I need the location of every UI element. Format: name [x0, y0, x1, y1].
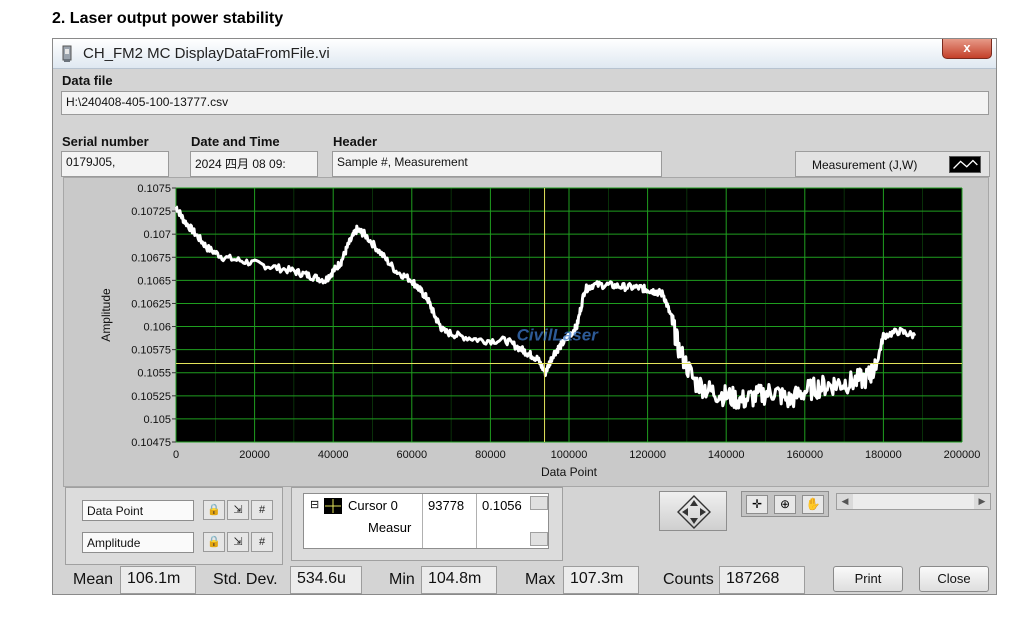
- x-tick-label: 180000: [865, 449, 902, 461]
- cursor-diamond-icon: [677, 495, 711, 529]
- y-tick-label: 0.10575: [131, 345, 171, 357]
- crosshair-tool-icon[interactable]: ✛: [746, 495, 768, 514]
- x-tick-label: 160000: [786, 449, 823, 461]
- x-axis-label: Data Point: [541, 465, 598, 479]
- document-heading: 2. Laser output power stability: [52, 10, 284, 27]
- y-tick-label: 0.10725: [131, 206, 171, 218]
- legend-series-label: Measurement (J,W): [812, 158, 918, 172]
- mean-value: 106.1m: [120, 566, 196, 594]
- max-label: Max: [525, 571, 556, 588]
- serial-number-label: Serial number: [62, 134, 149, 149]
- y-axis-label: Amplitude: [99, 288, 113, 342]
- graph-palette: ✛ ⊕ ✋: [741, 491, 829, 517]
- x-format-icon[interactable]: #: [251, 500, 273, 520]
- plot-legend[interactable]: Measurement (J,W): [795, 151, 990, 177]
- chart-svg[interactable]: 0 20000 40000 60000 80000 100000 120000 140000 1…: [64, 178, 990, 488]
- cursor-crosshair-icon: [324, 498, 342, 514]
- vi-window: CH_FM2 MC DisplayDataFromFile.vi x Data …: [52, 38, 997, 595]
- cursor-column-divider: [476, 494, 477, 548]
- title-bar[interactable]: CH_FM2 MC DisplayDataFromFile.vi x: [53, 39, 996, 69]
- x-tick-label: 200000: [944, 449, 981, 461]
- scroll-left-icon[interactable]: ◀: [837, 494, 853, 509]
- header-label: Header: [333, 134, 378, 149]
- y-tick-label: 0.1055: [137, 368, 171, 380]
- window-title: CH_FM2 MC DisplayDataFromFile.vi: [83, 45, 330, 62]
- y-tick-label: 0.1065: [137, 275, 171, 287]
- cursor-table-scroll-up[interactable]: [530, 496, 548, 510]
- x-scale-lock-icon[interactable]: 🔒: [203, 500, 225, 520]
- x-tick-label: 120000: [629, 449, 666, 461]
- x-tick-label: 0: [173, 449, 179, 461]
- counts-value: 187268: [719, 566, 805, 594]
- x-tick-label: 100000: [551, 449, 588, 461]
- scroll-right-icon[interactable]: ▶: [974, 494, 990, 509]
- y-tick-label: 0.1075: [137, 183, 171, 195]
- y-tick-label: 0.105: [143, 414, 171, 426]
- scale-legend-panel: Data Point 🔒 ⇲ # Amplitude 🔒 ⇲ #: [65, 487, 283, 565]
- y-autoscale-icon[interactable]: ⇲: [227, 532, 249, 552]
- std-dev-value: 534.6u: [290, 566, 362, 594]
- watermark-logo: CivilLaser: [517, 325, 600, 344]
- y-tick-label: 0.106: [143, 322, 171, 334]
- zoom-tool-icon[interactable]: ⊕: [774, 495, 796, 514]
- x-tick-label: 60000: [397, 449, 428, 461]
- cursor-row2-label: Measur: [368, 520, 412, 535]
- cursor-y-value[interactable]: 0.1056: [482, 498, 522, 513]
- cursor-movement-button[interactable]: [659, 491, 727, 531]
- serial-number-field[interactable]: 0179J05,: [61, 151, 169, 177]
- min-value: 104.8m: [421, 566, 497, 594]
- y-tick-label: 0.10475: [131, 437, 171, 449]
- data-file-field[interactable]: H:\240408-405-100-13777.csv: [61, 91, 989, 115]
- min-label: Min: [389, 571, 415, 588]
- header-field[interactable]: Sample #, Measurement: [332, 151, 662, 177]
- legend-line-swatch-icon: [949, 156, 981, 173]
- x-tick-label: 40000: [318, 449, 349, 461]
- x-tick-label: 140000: [708, 449, 745, 461]
- cursor-column-divider: [422, 494, 423, 548]
- data-file-label: Data file: [62, 73, 113, 88]
- date-time-label: Date and Time: [191, 134, 280, 149]
- pan-hand-icon[interactable]: ✋: [802, 495, 824, 514]
- std-dev-label: Std. Dev.: [213, 571, 278, 588]
- cursor-x-value[interactable]: 93778: [428, 498, 464, 513]
- cursor-name: Cursor 0: [348, 498, 398, 513]
- print-button[interactable]: Print: [833, 566, 903, 592]
- cursor-table[interactable]: ⊟ Cursor 0 93778 0.1056 Measur: [303, 493, 549, 549]
- y-scale-lock-icon[interactable]: 🔒: [203, 532, 225, 552]
- cursor-table-scroll-down[interactable]: [530, 532, 548, 546]
- x-scale-name-field[interactable]: Data Point: [82, 500, 194, 521]
- x-tick-label: 80000: [475, 449, 506, 461]
- waveform-graph[interactable]: 0 20000 40000 60000 80000 100000 120000 140000 1…: [63, 177, 989, 487]
- counts-label: Counts: [663, 571, 714, 588]
- y-format-icon[interactable]: #: [251, 532, 273, 552]
- mean-label: Mean: [73, 571, 114, 588]
- close-button[interactable]: Close: [919, 566, 989, 592]
- graph-scrollbar[interactable]: ◀ ▶: [836, 493, 991, 510]
- window-close-button[interactable]: x: [942, 39, 992, 59]
- labview-vi-icon: [62, 45, 72, 62]
- y-scale-name-field[interactable]: Amplitude: [82, 532, 194, 553]
- y-tick-label: 0.10525: [131, 391, 171, 403]
- x-tick-label: 20000: [239, 449, 270, 461]
- x-autoscale-icon[interactable]: ⇲: [227, 500, 249, 520]
- y-tick-label: 0.10625: [131, 298, 171, 310]
- max-value: 107.3m: [563, 566, 639, 594]
- y-tick-label: 0.10675: [131, 252, 171, 264]
- cursor-expand-icon[interactable]: ⊟: [310, 498, 319, 511]
- y-tick-label: 0.107: [143, 229, 171, 241]
- date-time-field[interactable]: 2024 四月 08 09:: [190, 151, 318, 177]
